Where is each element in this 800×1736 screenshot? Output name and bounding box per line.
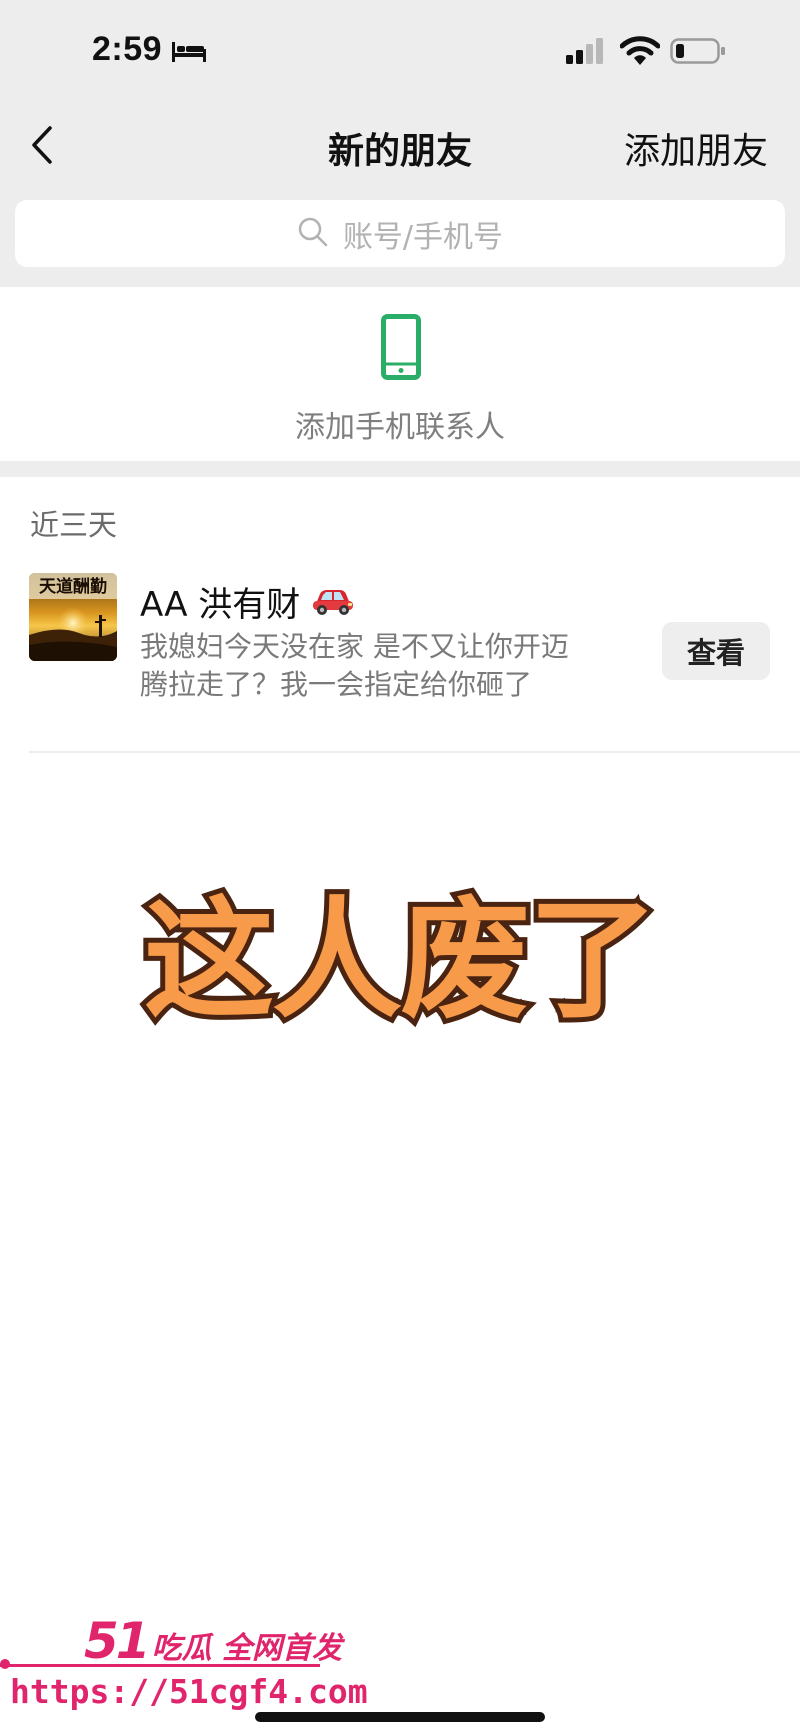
contact-name-row: AA 洪有财 [140,577,354,626]
status-time: 2:59 [92,30,163,68]
avatar[interactable]: 天道酬勤 [29,573,117,661]
status-bar: 2:59 [0,0,800,104]
watermark-dot [0,1659,10,1669]
overlay-caption: 这人废了 [139,879,663,1041]
watermark-text: 吃瓜 全网首发 [151,1631,343,1666]
home-indicator[interactable] [255,1712,545,1722]
search-input[interactable]: 账号/手机号 [15,200,785,267]
chevron-left-icon [32,126,52,164]
watermark-line [0,1664,320,1667]
watermark-number: 51 [84,1612,151,1670]
search-placeholder: 账号/手机号 [342,219,504,255]
avatar-sunset-image: 天道酬勤 [29,573,117,661]
car-icon [312,586,354,620]
avatar-text: 天道酬勤 [39,576,107,597]
section-header-recent: 近三天 [30,508,118,542]
nav-bar: 新的朋友 添加朋友 [0,104,800,196]
back-button[interactable] [18,120,68,170]
row-divider [29,751,800,753]
signal-icon [566,38,608,68]
bed-icon [172,40,206,66]
phone-icon [381,314,421,384]
request-message: 我媳妇今天没在家 是不又让你开迈腾拉走了？我一会指定给你砸了 [140,630,569,701]
add-phone-contacts-button[interactable]: 添加手机联系人 [0,287,800,461]
view-button[interactable]: 查看 [662,622,770,680]
contact-name: AA 洪有财 [140,585,301,625]
watermark-brand: 51 吃瓜 全网首发 [84,1612,342,1670]
battery-icon [670,38,726,68]
section-divider [0,461,800,477]
add-phone-contacts-label: 添加手机联系人 [295,410,505,445]
search-icon [297,216,329,252]
top-area: 2:59 新的朋友 添加朋友 账号/手机号 [0,0,800,287]
wifi-icon [619,36,661,70]
search-inner: 账号/手机号 [15,200,785,267]
page-title: 新的朋友 [327,131,472,172]
watermark-url: https://51cgf4.com [10,1672,368,1711]
friend-request-item[interactable]: 天道酬勤 AA 洪有财 我媳妇今天没在家 是不又让你开迈腾拉走了？我一会指定给你… [0,560,800,752]
add-friend-button[interactable]: 添加朋友 [624,122,768,174]
